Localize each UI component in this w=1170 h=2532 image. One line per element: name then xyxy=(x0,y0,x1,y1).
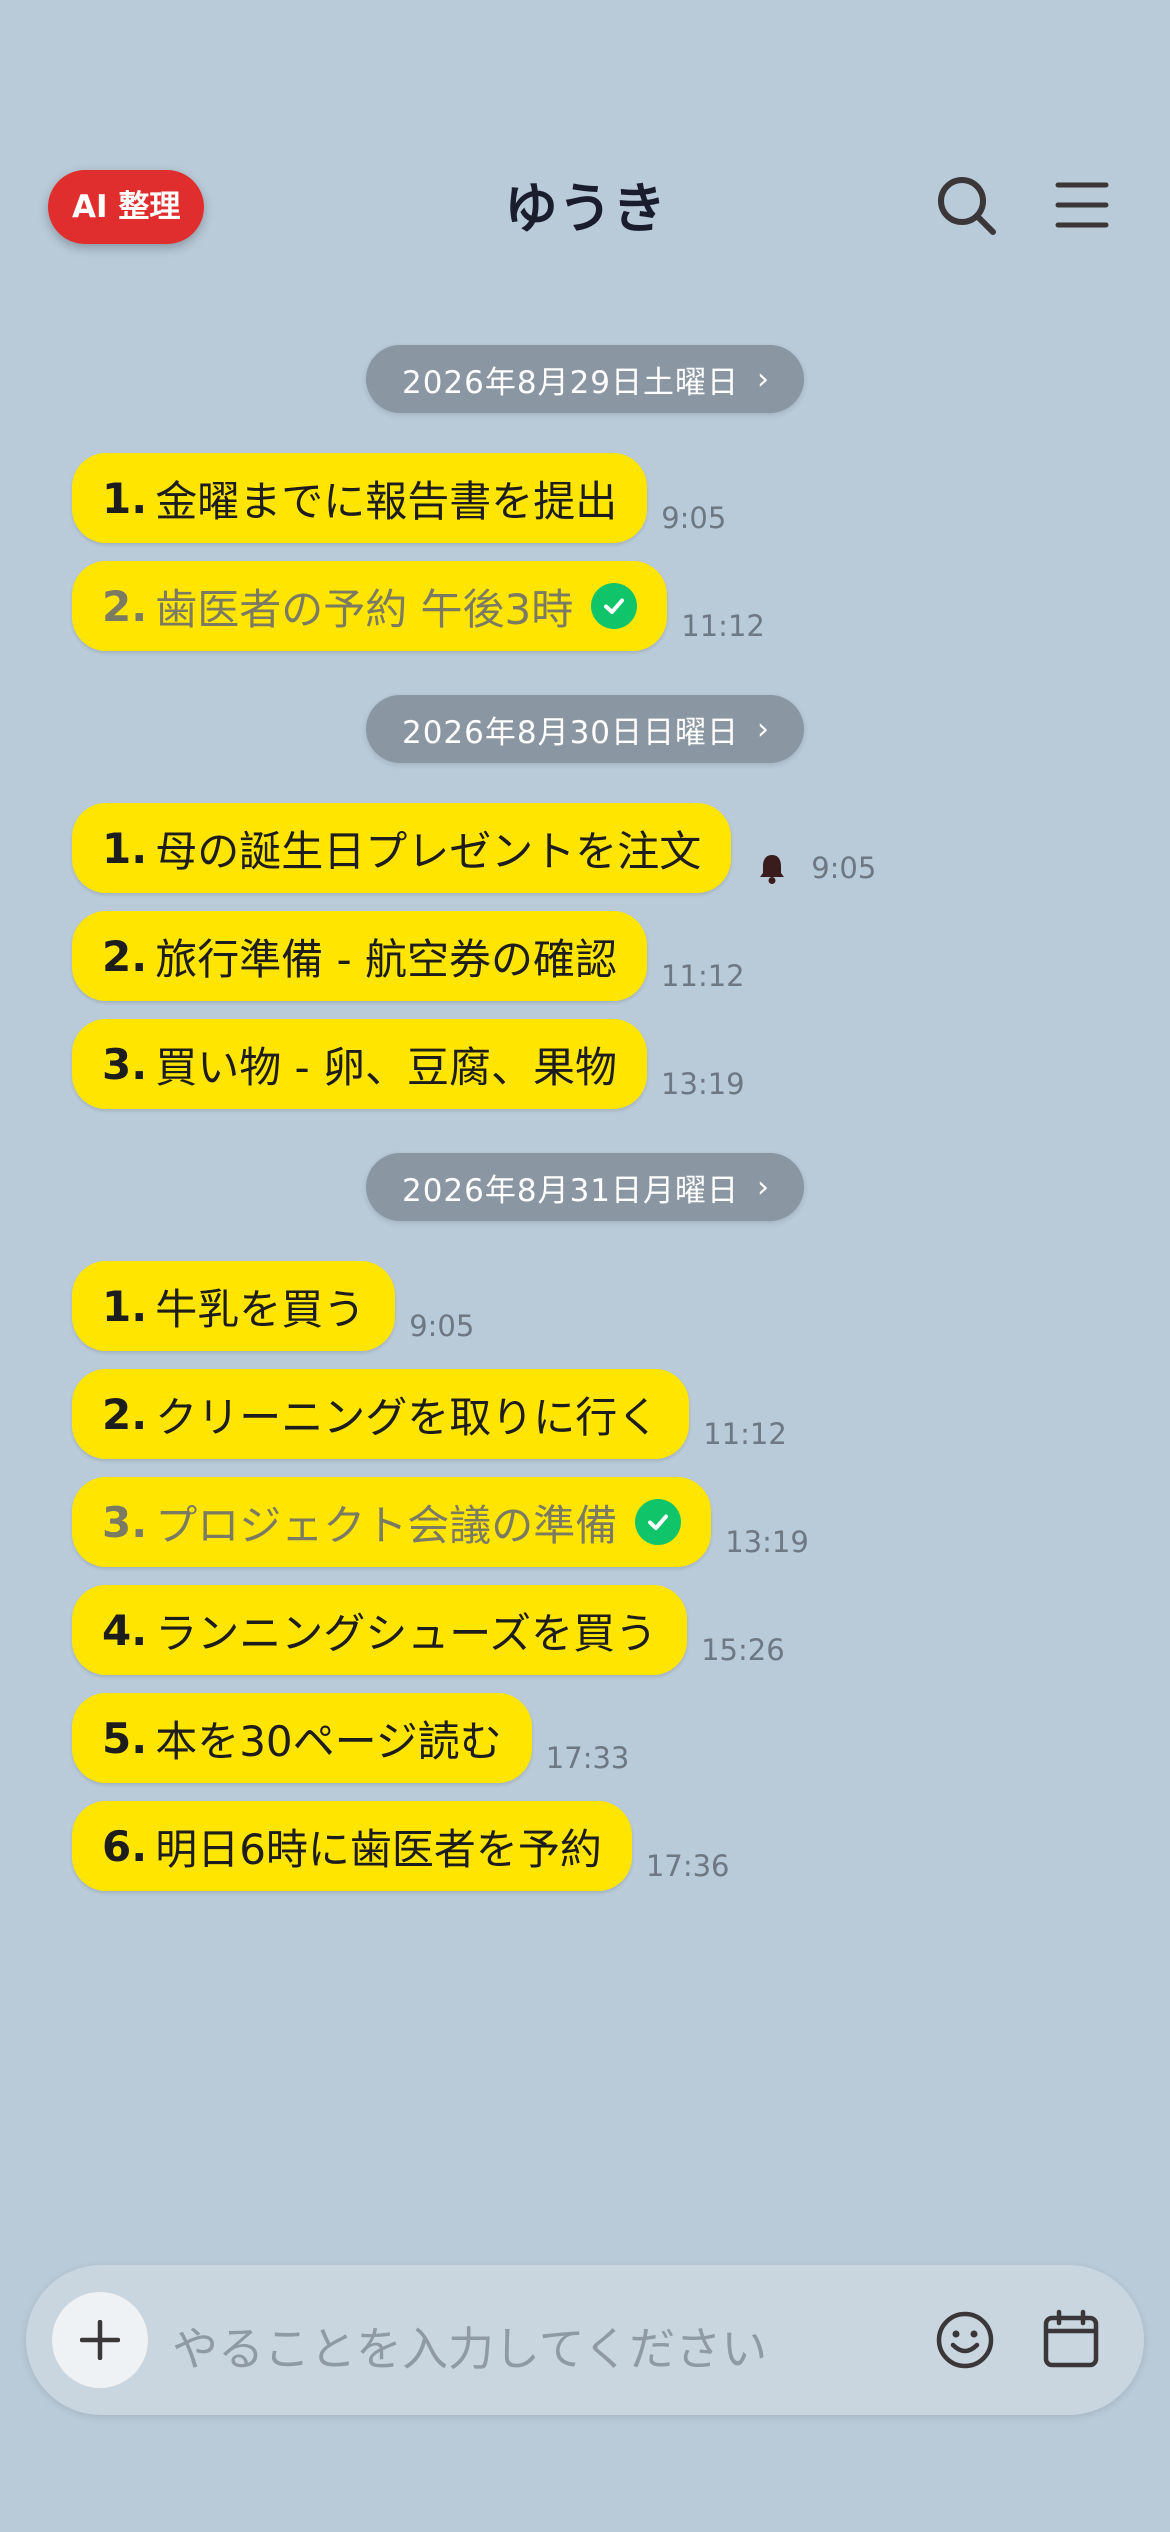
date-pill[interactable]: 2026年8月29日土曜日 › xyxy=(365,345,805,413)
task-text: クリーニングを取りに行く xyxy=(155,1392,660,1442)
message-meta: 17:36 xyxy=(646,1849,730,1883)
chevron-right-icon: › xyxy=(757,711,771,747)
timestamp: 13:19 xyxy=(725,1525,809,1559)
task-input[interactable]: やることを入力してください xyxy=(172,2313,767,2379)
check-icon xyxy=(635,1499,682,1545)
task-number: 2. xyxy=(102,1389,148,1439)
chevron-right-icon: › xyxy=(757,361,771,397)
todo-chat-screen: AI 整理 ゆうき 2026年8月29日土曜日 › 1. 金曜までに報告書を提出 9:0… xyxy=(0,0,1170,2532)
emoji-icon[interactable] xyxy=(934,2309,996,2371)
date-separator: 2026年8月31日月曜日 › xyxy=(0,1153,1170,1223)
task-text: 歯医者の予約 午後3時 xyxy=(155,584,574,634)
message-row: 5. 本を30ページ読む 17:33 xyxy=(0,1693,1170,1783)
date-pill[interactable]: 2026年8月31日月曜日 › xyxy=(365,1153,805,1221)
task-bubble[interactable]: 1. 母の誕生日プレゼントを注文 xyxy=(72,803,732,893)
timestamp: 9:05 xyxy=(409,1309,475,1343)
day-section: 2026年8月29日土曜日 › 1. 金曜までに報告書を提出 9:05 2. 歯医者の予約 … xyxy=(0,345,1170,651)
date-label: 2026年8月30日日曜日 xyxy=(401,714,740,751)
task-bubble[interactable]: 1. 金曜までに報告書を提出 xyxy=(72,453,648,543)
date-pill[interactable]: 2026年8月30日日曜日 › xyxy=(365,695,805,763)
timestamp: 15:26 xyxy=(701,1633,785,1667)
message-meta: 11:12 xyxy=(661,959,745,993)
bell-icon xyxy=(760,855,785,884)
message-row: 2. 歯医者の予約 午後3時 11:12 xyxy=(0,561,1170,651)
task-text: 明日6時に歯医者を予約 xyxy=(155,1824,602,1874)
menu-icon[interactable] xyxy=(1055,180,1109,230)
date-separator: 2026年8月30日日曜日 › xyxy=(0,695,1170,765)
task-bubble[interactable]: 4. ランニングシューズを買う xyxy=(72,1585,688,1675)
timestamp: 11:12 xyxy=(681,609,765,643)
timestamp: 11:12 xyxy=(703,1417,787,1451)
message-row: 2. 旅行準備 - 航空券の確認 11:12 xyxy=(0,911,1170,1001)
task-bubble[interactable]: 3. プロジェクト会議の準備 xyxy=(72,1477,712,1567)
date-separator: 2026年8月29日土曜日 › xyxy=(0,345,1170,415)
message-row: 3. プロジェクト会議の準備 13:19 xyxy=(0,1477,1170,1567)
timestamp: 17:36 xyxy=(645,1849,730,1883)
date-label: 2026年8月31日月曜日 xyxy=(401,1172,740,1209)
task-text: プロジェクト会議の準備 xyxy=(155,1500,618,1550)
message-row: 1. 母の誕生日プレゼントを注文 9:05 xyxy=(0,803,1170,893)
timestamp: 17:33 xyxy=(545,1741,630,1775)
message-row: 3. 買い物 - 卵、豆腐、果物 13:19 xyxy=(0,1019,1170,1109)
message-row: 6. 明日6時に歯医者を予約 17:36 xyxy=(0,1801,1170,1891)
task-number: 1. xyxy=(102,823,148,873)
task-text: 母の誕生日プレゼントを注文 xyxy=(155,826,702,876)
task-number: 1. xyxy=(102,1281,148,1331)
chevron-right-icon: › xyxy=(757,1169,771,1205)
check-icon xyxy=(591,583,638,629)
search-icon[interactable] xyxy=(935,174,997,236)
message-row: 4. ランニングシューズを買う 15:26 xyxy=(0,1585,1170,1675)
task-number: 2. xyxy=(102,931,148,981)
task-number: 1. xyxy=(102,473,148,523)
header: AI 整理 ゆうき xyxy=(0,160,1170,250)
task-number: 3. xyxy=(102,1039,148,1089)
task-text: 金曜までに報告書を提出 xyxy=(155,476,618,526)
task-bubble[interactable]: 2. 旅行準備 - 航空券の確認 xyxy=(72,911,648,1001)
task-text: 旅行準備 - 航空券の確認 xyxy=(155,934,618,984)
timestamp: 9:05 xyxy=(661,501,727,535)
task-number: 5. xyxy=(102,1713,148,1763)
task-number: 4. xyxy=(102,1605,148,1655)
add-button[interactable] xyxy=(52,2292,148,2388)
task-text: 牛乳を買う xyxy=(155,1284,366,1334)
calendar-icon[interactable] xyxy=(1042,2309,1100,2369)
message-meta: 13:19 xyxy=(725,1525,809,1559)
timestamp: 9:05 xyxy=(811,851,877,885)
message-meta: 11:12 xyxy=(703,1417,787,1451)
message-meta: 11:12 xyxy=(681,609,765,643)
task-text: 買い物 - 卵、豆腐、果物 xyxy=(155,1042,618,1092)
message-meta: 17:33 xyxy=(546,1741,630,1775)
message-meta: 13:19 xyxy=(661,1067,745,1101)
task-bubble[interactable]: 2. クリーニングを取りに行く xyxy=(72,1369,690,1459)
task-text: ランニングシューズを買う xyxy=(155,1608,658,1658)
message-meta: 9:05 xyxy=(745,851,876,885)
task-number: 2. xyxy=(102,581,148,631)
message-meta: 9:05 xyxy=(409,1309,474,1343)
message-meta: 9:05 xyxy=(661,501,726,535)
date-label: 2026年8月29日土曜日 xyxy=(401,364,740,401)
task-bubble[interactable]: 3. 買い物 - 卵、豆腐、果物 xyxy=(72,1019,648,1109)
task-number: 3. xyxy=(102,1497,148,1547)
day-section: 2026年8月31日月曜日 › 1. 牛乳を買う 9:05 2. クリーニングを取りに行く 1… xyxy=(0,1153,1170,1891)
task-bubble[interactable]: 6. 明日6時に歯医者を予約 xyxy=(72,1801,632,1891)
message-meta: 15:26 xyxy=(701,1633,785,1667)
plus-icon xyxy=(80,2320,120,2360)
timestamp: 11:12 xyxy=(661,959,745,993)
message-row: 2. クリーニングを取りに行く 11:12 xyxy=(0,1369,1170,1459)
task-bubble[interactable]: 2. 歯医者の予約 午後3時 xyxy=(72,561,668,651)
task-bubble[interactable]: 1. 牛乳を買う xyxy=(72,1261,396,1351)
day-section: 2026年8月30日日曜日 › 1. 母の誕生日プレゼントを注文 9:05 2. 旅行準備 … xyxy=(0,695,1170,1109)
message-list[interactable]: 2026年8月29日土曜日 › 1. 金曜までに報告書を提出 9:05 2. 歯医者の予約 … xyxy=(0,345,1170,1935)
task-bubble[interactable]: 5. 本を30ページ読む xyxy=(72,1693,532,1783)
task-text: 本を30ページ読む xyxy=(155,1716,502,1766)
message-row: 1. 牛乳を買う 9:05 xyxy=(0,1261,1170,1351)
input-bar: やることを入力してください xyxy=(26,2265,1144,2415)
message-row: 1. 金曜までに報告書を提出 9:05 xyxy=(0,453,1170,543)
task-number: 6. xyxy=(102,1821,148,1871)
timestamp: 13:19 xyxy=(661,1067,745,1101)
